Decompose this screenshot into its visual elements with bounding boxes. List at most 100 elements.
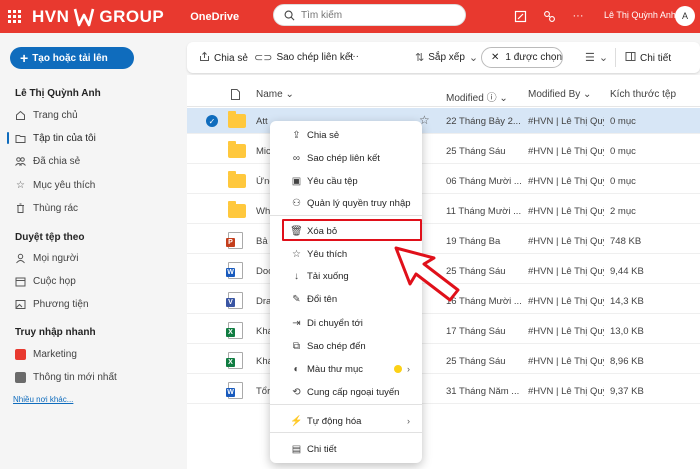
brand-right: GROUP (99, 6, 165, 26)
more-places-link[interactable]: Nhiều nơi khác... (13, 395, 73, 404)
menu-item-label: Di chuyển tới (307, 317, 363, 329)
file-type-header-icon[interactable] (231, 89, 240, 103)
menu-item-label: Chi tiết (307, 443, 337, 455)
details-button[interactable]: Chi tiết (625, 51, 671, 65)
table-row[interactable]: Ứng06 Tháng Mười ...#HVN | Lê Thị Quỳnh0… (187, 168, 700, 194)
menu-item-manage-access[interactable]: ⚇ Quản lý quyền truy nhập (270, 193, 422, 213)
top-bar: HVN GROUP OneDrive ··· Lê Thị Quỳnh Anh … (0, 0, 700, 33)
visio-file-icon: V (226, 292, 243, 309)
close-icon[interactable]: ✕ (491, 52, 499, 63)
more-options-icon[interactable]: ··· (570, 8, 586, 24)
settings-icon[interactable] (541, 8, 557, 24)
sidebar-item-people[interactable]: Mọi người (15, 250, 79, 266)
sidebar-item-meetings[interactable]: Cuộc họp (15, 273, 76, 289)
person-icon (15, 253, 26, 264)
chevron-right-icon: › (407, 416, 410, 426)
chevron-down-icon: ⌄ (598, 52, 609, 64)
menu-item-label: Yêu cầu tệp (307, 175, 358, 187)
app-name[interactable]: OneDrive (190, 11, 239, 23)
app-launcher-icon[interactable] (0, 0, 28, 33)
menu-item-folder-color[interactable]: ◐ Màu thư mục › (270, 359, 422, 379)
menu-item-link[interactable]: ∞ Sao chép liên kết (270, 148, 422, 168)
modified-by: #HVN | Lê Thị Quỳnh (528, 146, 604, 157)
divider (615, 48, 616, 67)
file-size: 9,37 KB (610, 386, 644, 397)
sidebar-item-label: Marketing (33, 348, 77, 360)
menu-item-move[interactable]: ⇥ Di chuyển tới (270, 313, 422, 333)
image-icon (15, 299, 26, 310)
sidebar-item-marketing[interactable]: Marketing (15, 346, 77, 362)
people-icon (15, 156, 26, 167)
modified-by: #HVN | Lê Thị Quỳnh (528, 326, 604, 337)
user-section-title: Lê Thị Quỳnh Anh (15, 88, 101, 99)
file-size: 9,44 KB (610, 266, 644, 277)
create-upload-label: Tạo hoặc tải lên (32, 52, 108, 64)
table-row[interactable]: Mic25 Tháng Sáu#HVN | Lê Thị Quỳnh0 mục (187, 138, 700, 164)
site-icon (15, 371, 26, 383)
menu-item-label: Tải xuống (307, 270, 349, 282)
share-icon (199, 51, 210, 65)
sidebar-item-trash[interactable]: Thùng rác (15, 200, 78, 216)
menu-item-automate[interactable]: ⚡ Tự động hóa › (270, 411, 422, 431)
column-size[interactable]: Kích thước tệp (610, 89, 676, 100)
word-file-icon: W (226, 382, 243, 399)
column-modified[interactable]: Modified ⓘ ⌄ (446, 89, 508, 104)
sort-button[interactable]: ⇅ Sắp xếp ⌄ (415, 51, 478, 64)
file-size: 13,0 KB (610, 326, 644, 337)
calendar-icon (15, 276, 26, 287)
modified-by: #HVN | Lê Thị Quỳnh (528, 356, 604, 367)
avatar[interactable]: A (675, 6, 695, 26)
modified-by: #HVN | Lê Thị Quỳnh (528, 236, 604, 247)
sidebar-item-home[interactable]: Trang chủ (15, 107, 78, 123)
search-input[interactable] (301, 9, 461, 21)
list-view-icon: ☰ (585, 52, 595, 64)
share-button[interactable]: Chia sẻ (199, 51, 248, 65)
sidebar-item-favorites[interactable]: ☆ Mục yêu thích (15, 177, 95, 193)
view-options-button[interactable]: ☰ ⌄ (585, 51, 608, 64)
command-bar: Chia sẻ ⊂⊃ Sao chép liên kết ··· ⇅ Sắp x… (187, 42, 700, 73)
selection-count: 1 được chọn (505, 52, 563, 63)
menu-divider (270, 432, 422, 433)
copy-icon: ⧉ (292, 340, 301, 352)
folder-icon (15, 133, 26, 144)
sidebar-item-label: Mọi người (33, 252, 79, 264)
table-row[interactable]: WTổr31 Tháng Năm ...#HVN | Lê Thị Quỳnh9… (187, 378, 700, 404)
checkmark-icon[interactable]: ✓ (206, 115, 218, 127)
file-size: 8,96 KB (610, 356, 644, 367)
delete-highlight-box (282, 219, 422, 241)
menu-item-share[interactable]: ⇪ Chia sẻ (270, 125, 422, 145)
menu-item-label: Sao chép đến (307, 340, 366, 352)
more-commands-button[interactable]: ··· (349, 51, 359, 62)
menu-divider (270, 215, 422, 216)
menu-item-copy[interactable]: ⧉ Sao chép đến (270, 336, 422, 356)
sidebar-item-shared[interactable]: Đã chia sẻ (15, 153, 80, 169)
brand-logo[interactable]: HVN GROUP (32, 7, 164, 27)
rename-icon: ✎ (292, 293, 301, 305)
menu-item-request-file[interactable]: ▣ Yêu cầu tệp (270, 171, 422, 191)
sort-icon: ⇅ (415, 52, 425, 64)
create-upload-button[interactable]: + Tạo hoặc tải lên (10, 47, 134, 69)
home-icon (15, 110, 26, 121)
menu-item-label: Chia sẻ (307, 129, 340, 141)
selection-pill[interactable]: ✕ 1 được chọn (481, 47, 563, 68)
screen-icon[interactable] (512, 8, 528, 24)
table-row[interactable]: Wh11 Tháng Mười ...#HVN | Lê Thị Quỳnh2 … (187, 198, 700, 224)
table-row[interactable]: XKhá17 Tháng Sáu#HVN | Lê Thị Quỳnh13,0 … (187, 318, 700, 344)
sidebar-item-latest-news[interactable]: Thông tin mới nhất (15, 369, 117, 385)
folder-color-swatch (394, 365, 402, 373)
sidebar-item-media[interactable]: Phương tiện (15, 296, 89, 312)
excel-file-icon: X (226, 322, 243, 339)
table-row[interactable]: ✓Att☆22 Tháng Bảy 2...#HVN | Lê Thị Quỳn… (187, 108, 700, 134)
copy-link-button[interactable]: ⊂⊃ Sao chép liên kết (254, 51, 353, 64)
chevron-right-icon: › (407, 364, 410, 374)
column-name[interactable]: Name ⌄ (256, 89, 294, 100)
column-modified-by[interactable]: Modified By ⌄ (528, 89, 591, 100)
menu-item-details[interactable]: ▤ Chi tiết (270, 439, 422, 459)
column-name-label: Name (256, 89, 283, 100)
sidebar-item-my-files[interactable]: Tập tin của tôi (7, 130, 96, 146)
more-label: ··· (349, 51, 359, 62)
search-box[interactable] (273, 4, 466, 26)
trash-icon (15, 203, 26, 214)
table-row[interactable]: XKhá25 Tháng Sáu#HVN | Lê Thị Quỳnh8,96 … (187, 348, 700, 374)
menu-item-offline[interactable]: ⟲ Cung cấp ngoại tuyến (270, 382, 422, 402)
